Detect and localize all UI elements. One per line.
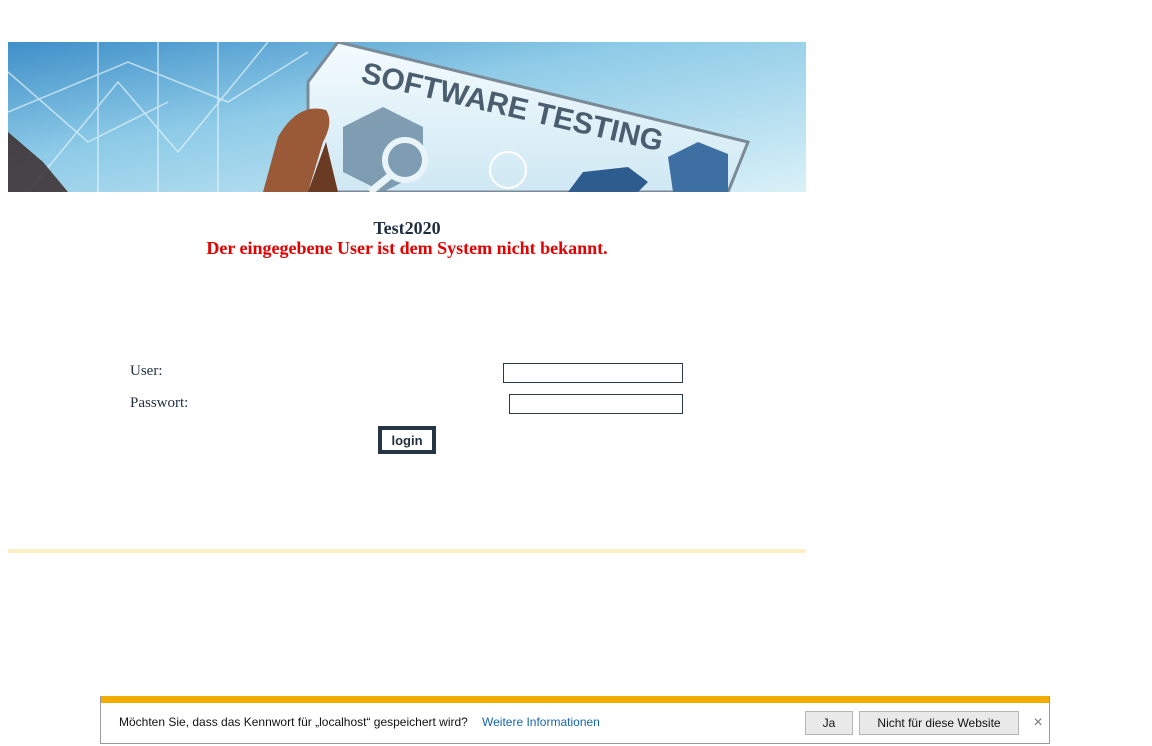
close-icon[interactable]: × xyxy=(1030,714,1046,732)
password-input[interactable] xyxy=(509,394,683,414)
banner-image: SOFTWARE TESTING xyxy=(8,42,806,192)
user-label: User: xyxy=(130,363,163,379)
save-password-bar: Möchten Sie, dass das Kennwort für „loca… xyxy=(100,696,1050,744)
more-info-link[interactable]: Weitere Informationen xyxy=(482,715,600,729)
password-label: Passwort: xyxy=(130,395,189,411)
error-message: Der eingegebene User ist dem System nich… xyxy=(206,238,608,258)
login-button[interactable]: login xyxy=(378,426,436,454)
software-testing-banner: SOFTWARE TESTING xyxy=(8,42,806,192)
save-password-yes-button[interactable]: Ja xyxy=(805,711,853,735)
page-title: Test2020 xyxy=(373,218,441,238)
divider xyxy=(8,549,806,553)
never-for-site-button[interactable]: Nicht für diese Website xyxy=(859,711,1019,735)
user-input[interactable] xyxy=(503,363,683,383)
notification-accent-bar xyxy=(101,696,1049,703)
save-password-message: Möchten Sie, dass das Kennwort für „loca… xyxy=(119,715,468,729)
